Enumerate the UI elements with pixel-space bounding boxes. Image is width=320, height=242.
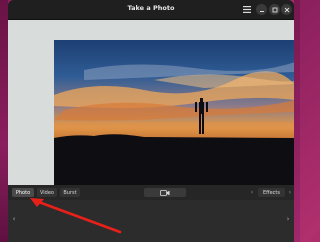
gallery-prev-icon[interactable]: ‹ (10, 213, 18, 225)
chevron-right-icon[interactable]: › (286, 188, 294, 197)
camera-capture-icon (160, 189, 170, 196)
mode-photo-tab[interactable]: Photo (12, 188, 34, 197)
mode-video-tab[interactable]: Video (37, 188, 57, 197)
close-icon[interactable] (281, 4, 292, 15)
header-bar: Take a Photo (8, 0, 294, 20)
chevron-left-icon[interactable]: ‹ (248, 188, 256, 197)
camera-viewport (8, 20, 294, 185)
controls-bar: Photo Video Burst ‹ Effects › (8, 185, 294, 200)
camera-preview-image (54, 40, 294, 185)
cheese-window: Take a Photo Photo Video Burst ‹ Effects… (8, 0, 294, 242)
desktop-background-right (294, 0, 300, 242)
desktop-background (0, 0, 8, 242)
hamburger-menu-icon[interactable] (241, 4, 252, 15)
effects-button[interactable]: Effects (258, 188, 285, 197)
maximize-icon[interactable] (269, 4, 280, 15)
minimize-icon[interactable] (256, 4, 267, 15)
thumbnail-gallery: ‹ › (8, 200, 294, 242)
take-photo-button[interactable] (144, 188, 186, 197)
gallery-next-icon[interactable]: › (284, 213, 292, 225)
mode-burst-tab[interactable]: Burst (60, 188, 80, 197)
